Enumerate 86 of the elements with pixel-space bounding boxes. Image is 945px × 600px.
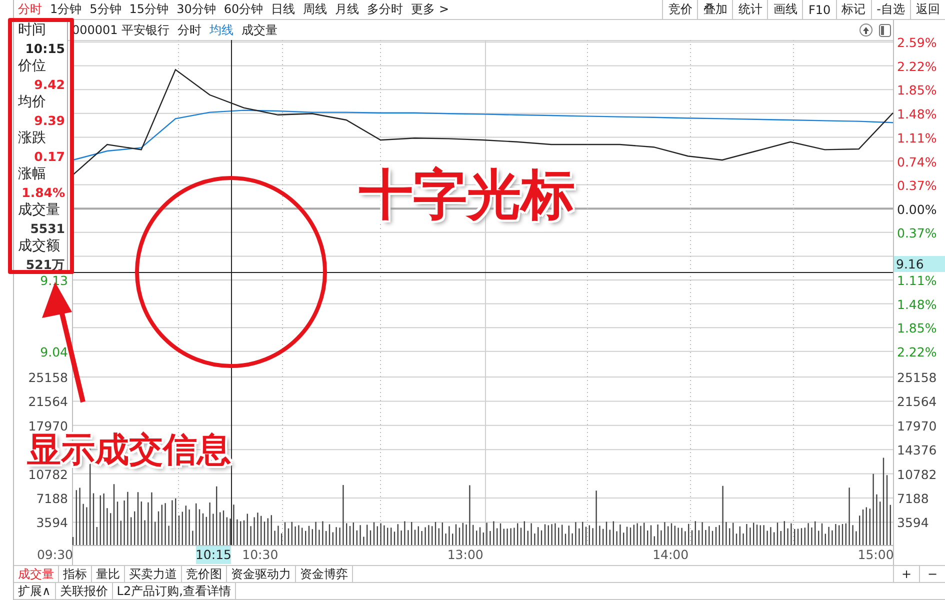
expand-up-icon[interactable] [860,24,872,36]
info-value: 5531 [29,220,66,237]
indicator-tab[interactable]: 资金博弈 [296,566,353,582]
indicator-tab[interactable]: 买卖力道 [125,566,182,582]
volume-axis-label: 17970 [897,418,937,434]
panel-toggle-icon[interactable] [879,24,891,37]
toolbar-button[interactable]: F10 [802,0,836,19]
toolbar-button[interactable]: 竞价 [662,0,698,19]
period-tab[interactable]: 日线 [271,1,296,18]
extra-tab[interactable]: L2产品订购,查看详情 [112,583,236,599]
volume-axis-label: 3594 [36,515,68,530]
price-axis-label: 9.13 [40,273,68,288]
toolbar-button[interactable]: 叠加 [697,0,732,19]
time-axis-label: 10:30 [242,547,278,562]
period-tab[interactable]: 多分时 [367,1,404,18]
percent-axis-label: 0.37% [897,225,937,240]
volume-axis-label: 7188 [897,491,929,506]
volume-axis-label: 25158 [897,370,937,385]
percent-axis-label: 1.85% [897,320,937,336]
time-axis-label: 15:00 [858,547,894,562]
toolbar-button[interactable]: 返回 [910,0,945,19]
info-label: 价位 [18,57,47,76]
extra-tab[interactable]: 关联报价 [56,583,113,599]
volume-axis-label: 7188 [36,491,68,506]
percent-axis-label: 0.00% [897,202,937,217]
indicator-tab[interactable]: 量比 [92,566,125,582]
info-label: 成交量 [18,201,61,220]
cursor-price-label: 9.16 [894,256,945,272]
info-label: 涨跌 [18,129,47,148]
price-axis-label: 9.04 [40,344,68,360]
period-tab[interactable]: 月线 [335,1,360,18]
info-label: 时间 [18,21,47,40]
percent-axis-label: 2.59% [897,35,937,50]
percent-axis-label: 0.37% [897,178,937,194]
percent-axis-label: 1.85% [897,82,937,98]
volume-axis-label: 25158 [28,370,68,385]
toolbar-button[interactable]: 统计 [732,0,768,19]
indicator-tab[interactable]: 资金驱动力 [227,566,296,582]
info-label: 涨幅 [18,165,47,184]
period-tab[interactable]: 5分钟 [90,1,122,18]
stock-title: 000001 平安银行 [72,22,170,39]
time-axis-label: 13:00 [447,547,484,562]
period-tab[interactable]: 分时 [18,1,42,18]
annotation-caption: 十字光标 [359,162,575,228]
info-value: 0.17 [33,148,66,165]
percent-axis-label: 2.22% [897,344,937,360]
period-tab[interactable]: 更多 > [411,1,449,18]
period-tab[interactable]: 周线 [303,1,328,18]
info-value: 9.42 [33,76,66,93]
volume-axis-label: 21564 [28,394,68,410]
cursor-time-label: 10:15 [195,546,232,564]
volume-label[interactable]: 成交量 [242,22,278,39]
period-tab[interactable]: 60分钟 [224,1,264,18]
percent-axis-label: 1.48% [897,296,937,312]
volume-axis-label: 10782 [897,466,937,482]
average-line-label[interactable]: 均线 [210,22,234,39]
volume-axis-label: 21564 [897,394,937,410]
zoom-button[interactable]: + [893,566,919,582]
period-tab[interactable]: 30分钟 [176,1,216,18]
info-value: 1.84% [20,184,66,201]
period-tab[interactable]: 15分钟 [129,1,169,18]
time-axis-label: 14:00 [652,547,689,562]
toolbar-button[interactable]: 标记 [836,0,871,19]
percent-axis-label: 1.11% [897,130,937,146]
volume-axis-label: 17970 [28,418,68,434]
percent-axis-label: 2.22% [897,58,937,74]
percent-axis-label: 0.74% [897,154,937,170]
info-label: 均价 [18,93,47,112]
period-tab[interactable]: 1分钟 [50,1,82,18]
indicator-tab[interactable]: 成交量 [14,566,59,582]
zoom-button[interactable]: − [919,566,945,582]
volume-axis-label: 14376 [897,442,937,458]
toolbar-button[interactable]: 画线 [767,0,802,19]
toolbar-button[interactable]: -自选 [870,0,910,19]
info-label: 成交额 [18,237,61,256]
indicator-tab[interactable]: 竞价图 [182,566,227,582]
time-axis-label: 09:30 [36,547,73,562]
chart-mode-label[interactable]: 分时 [178,22,202,39]
volume-axis-label: 3594 [897,515,929,530]
extra-tab[interactable]: 扩展∧ [14,583,56,599]
percent-axis-label: 1.11% [897,273,937,288]
indicator-tab[interactable]: 指标 [59,566,92,582]
percent-axis-label: 1.48% [897,106,937,122]
info-value: 9.39 [33,112,66,129]
info-value: 10:15 [24,40,66,57]
volume-axis-label: 10782 [28,466,68,482]
